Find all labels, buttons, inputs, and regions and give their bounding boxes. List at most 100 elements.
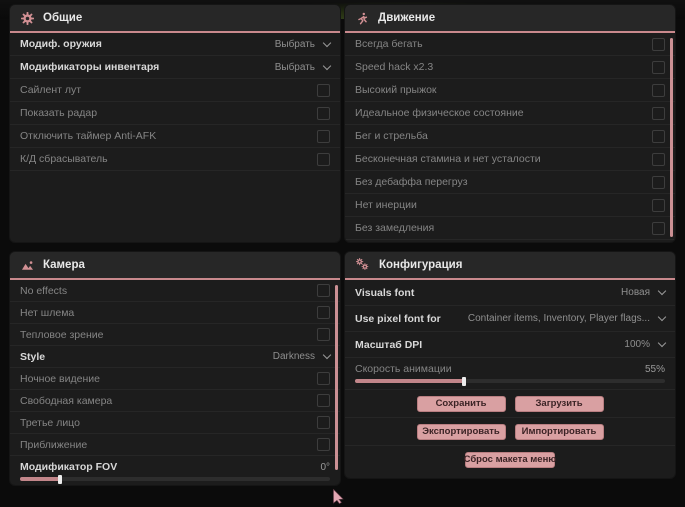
cheat-menu-overlay: ЧЕРКИНЕ Общие Модиф. оружия Выбрать Моди… xyxy=(0,0,685,507)
dropdown-value: 100% xyxy=(624,339,650,350)
checkbox[interactable] xyxy=(317,394,330,407)
checkbox[interactable] xyxy=(317,328,330,341)
setting-label: Use pixel font for xyxy=(355,312,441,325)
chevron-down-icon xyxy=(322,38,332,47)
checkbox[interactable] xyxy=(317,416,330,429)
setting-label: Нет шлема xyxy=(20,306,75,319)
dropdown[interactable]: Выбрать xyxy=(274,61,332,73)
checkbox[interactable] xyxy=(652,60,665,74)
setting-label: Третье лицо xyxy=(20,416,80,429)
settings-row: Нет шлема xyxy=(10,302,340,324)
checkbox[interactable] xyxy=(317,306,330,319)
panel-general-header[interactable]: Общие xyxy=(10,5,340,33)
settings-row: Масштаб DPI 100% xyxy=(345,332,675,358)
setting-label: Свободная камера xyxy=(20,394,113,407)
panel-camera-header[interactable]: Камера xyxy=(10,252,340,280)
panel-config: Конфигурация Visuals font Новая Use pixe… xyxy=(345,252,675,478)
settings-row: Свободная камера xyxy=(10,390,340,412)
settings-row: Style Darkness xyxy=(10,346,340,368)
checkbox[interactable] xyxy=(317,372,330,385)
animation-speed-value: 55% xyxy=(644,363,665,375)
settings-row: Показать радар xyxy=(10,102,340,125)
dropdown[interactable]: Новая xyxy=(621,286,667,298)
setting-label: Тепловое зрение xyxy=(20,328,104,341)
setting-label: Бег и стрельба xyxy=(355,130,428,142)
settings-row: Модификаторы инвентаря Выбрать xyxy=(10,56,340,79)
checkbox[interactable] xyxy=(652,152,665,166)
settings-row: Speed hack x2.3 xyxy=(345,56,675,79)
image-icon xyxy=(21,259,34,272)
save-button[interactable]: Сохранить xyxy=(416,395,506,412)
settings-row: Бесконечная стамина и нет усталости xyxy=(345,148,675,171)
panel-general: Общие Модиф. оружия Выбрать Модификаторы… xyxy=(10,5,340,242)
checkbox[interactable] xyxy=(652,129,665,143)
setting-label: Идеальное физическое состояние xyxy=(355,107,524,119)
checkbox[interactable] xyxy=(317,129,330,143)
setting-label: Всегда бегать xyxy=(355,38,423,50)
animation-speed-block: Скорость анимации 55% xyxy=(345,358,675,390)
chevron-down-icon xyxy=(657,286,667,296)
fov-slider-block: Модификатор FOV 0° xyxy=(10,456,340,484)
setting-label: Приближение xyxy=(20,438,88,451)
checkbox[interactable] xyxy=(317,83,330,97)
settings-row: Приближение xyxy=(10,434,340,456)
settings-row: Тепловое зрение xyxy=(10,324,340,346)
reset-menu-layout-button[interactable]: Сброс макета меню xyxy=(464,451,556,468)
dropdown-value: Новая xyxy=(621,287,650,298)
setting-label: К/Д сбрасыватель xyxy=(20,153,108,165)
settings-row: Нет инерции xyxy=(345,194,675,217)
panel-movement-header[interactable]: Движение xyxy=(345,5,675,33)
settings-row: Ночное видение xyxy=(10,368,340,390)
dropdown-value: Выбрать xyxy=(274,61,315,73)
settings-row: Без замедления xyxy=(345,217,675,240)
settings-row: Сайлент лут xyxy=(10,79,340,102)
chevron-down-icon xyxy=(322,61,332,70)
scrollbar[interactable] xyxy=(670,38,673,237)
dropdown[interactable]: Darkness xyxy=(272,350,332,362)
dropdown[interactable]: Выбрать xyxy=(274,38,332,50)
setting-label: Ночное видение xyxy=(20,372,100,385)
checkbox[interactable] xyxy=(317,106,330,120)
button-row: Сохранить Загрузить xyxy=(345,390,675,418)
slider-handle[interactable] xyxy=(58,474,63,484)
setting-label: Масштаб DPI xyxy=(355,338,423,351)
dropdown-value: Container items, Inventory, Player flags… xyxy=(467,313,650,324)
setting-label: Бесконечная стамина и нет усталости xyxy=(355,153,541,165)
import-button[interactable]: Импортировать xyxy=(514,423,604,440)
animation-speed-slider[interactable] xyxy=(355,376,665,386)
checkbox[interactable] xyxy=(652,175,665,189)
settings-row: Бег и стрельба xyxy=(345,125,675,148)
panel-camera: Камера No effects Нет шлема Тепловое зре… xyxy=(10,252,340,485)
checkbox[interactable] xyxy=(317,438,330,451)
gear-icon xyxy=(21,11,34,25)
setting-label: Высокий прыжок xyxy=(355,84,437,96)
dropdown-value: Выбрать xyxy=(274,38,315,50)
runner-icon xyxy=(356,12,369,25)
slider-handle[interactable] xyxy=(461,376,466,386)
checkbox[interactable] xyxy=(652,83,665,97)
checkbox[interactable] xyxy=(652,198,665,212)
setting-label: Style xyxy=(20,350,46,363)
scrollbar[interactable] xyxy=(335,285,338,470)
dropdown[interactable]: Container items, Inventory, Player flags… xyxy=(467,312,667,324)
load-button[interactable]: Загрузить xyxy=(514,395,604,412)
checkbox[interactable] xyxy=(317,284,330,297)
panel-config-header[interactable]: Конфигурация xyxy=(345,252,675,280)
checkbox[interactable] xyxy=(652,37,665,51)
export-button[interactable]: Экспортировать xyxy=(416,423,506,440)
setting-label: Отключить таймер Anti-AFK xyxy=(20,130,157,142)
setting-label: Модификатор FOV xyxy=(20,461,118,473)
checkbox[interactable] xyxy=(652,106,665,120)
setting-label: Скорость анимации xyxy=(355,363,452,375)
button-row: Экспортировать Импортировать xyxy=(345,418,675,446)
settings-row: Идеальное физическое состояние xyxy=(345,102,675,125)
dropdown[interactable]: 100% xyxy=(624,338,667,350)
checkbox[interactable] xyxy=(652,221,665,235)
setting-label: Показать радар xyxy=(20,107,98,119)
dropdown-value: Darkness xyxy=(272,351,315,362)
checkbox[interactable] xyxy=(317,152,330,166)
fov-slider[interactable] xyxy=(20,474,330,484)
settings-row: Visuals font Новая xyxy=(345,280,675,306)
gears-icon xyxy=(356,258,370,272)
settings-row: Без дебаффа перегруз xyxy=(345,171,675,194)
